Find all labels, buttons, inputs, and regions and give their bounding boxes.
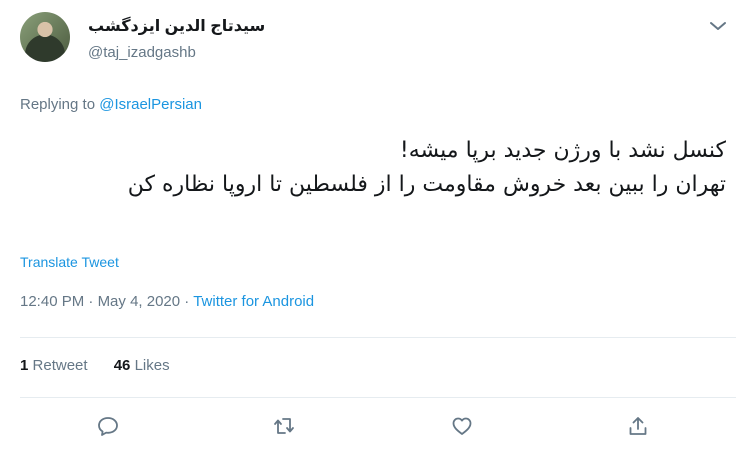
retweet-button[interactable] [272, 414, 300, 442]
author-handle[interactable]: @taj_izadgashb [88, 44, 196, 61]
divider [20, 337, 736, 338]
translate-tweet-link[interactable]: Translate Tweet [20, 254, 119, 270]
tweet-metadata: 12:40 PM · May 4, 2020 · Twitter for And… [20, 293, 314, 310]
reply-button[interactable] [96, 414, 124, 442]
like-count-link[interactable]: 46 Likes [114, 357, 170, 374]
author-display-name[interactable]: سیدتاج الدین ایزدگشب [88, 16, 265, 36]
meta-separator: · [184, 293, 190, 310]
meta-separator: · [88, 293, 94, 310]
tweet-text-line-2: تهران را ببین بعد خروش مقاومت را از فلسط… [127, 172, 726, 197]
replying-to-label: Replying to [20, 96, 96, 113]
share-button[interactable] [626, 414, 654, 442]
tweet-text: کنسل نشد با ورژن جدید برپا میشه! تهران ر… [20, 134, 726, 202]
share-icon [629, 417, 647, 435]
avatar[interactable] [20, 12, 70, 62]
tweet-time[interactable]: 12:40 PM [20, 293, 84, 310]
tweet-stats: 1 Retweet 46 Likes [20, 357, 170, 374]
tweet-source-link[interactable]: Twitter for Android [193, 293, 314, 310]
replying-to: Replying to @IsraelPersian [20, 96, 202, 113]
divider [20, 397, 736, 398]
tweet-text-line-1: کنسل نشد با ورژن جدید برپا میشه! [399, 138, 726, 163]
tweet-date[interactable]: May 4, 2020 [98, 293, 181, 310]
retweet-icon [274, 418, 294, 434]
chevron-down-icon[interactable] [706, 14, 734, 38]
replying-to-link[interactable]: @IsraelPersian [99, 96, 202, 113]
like-button[interactable] [450, 414, 478, 442]
like-icon [452, 417, 472, 435]
retweet-count-link[interactable]: 1 Retweet [20, 357, 88, 374]
reply-icon [98, 417, 118, 436]
